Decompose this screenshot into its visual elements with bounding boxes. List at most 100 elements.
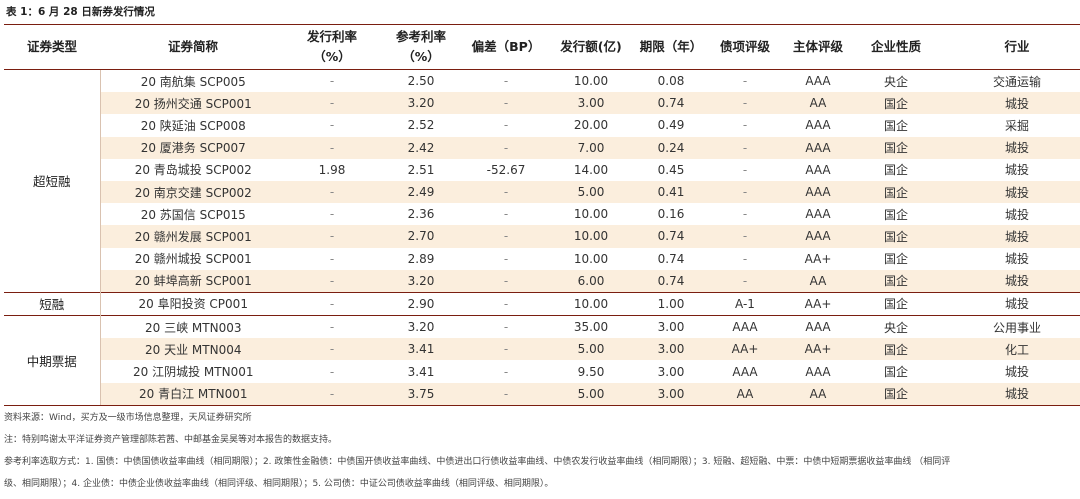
table-row: 20 江阴城投 MTN001 - 3.41 - 9.50 3.00 AAA AAA 国企 城投 [4,360,1080,382]
report-page: 表 1：6 月 28 日新券发行情况 证券类型 证券简称 发行利率 （%） 参考利… [0,0,1080,499]
issuer-rating-cell: AA+ [782,291,854,316]
reference-rate-cell: 3.75 [378,382,464,406]
enterprise-nature-cell: 国企 [883,118,908,133]
deviation-cell: - [464,225,548,248]
security-name-cell: 20 三峡 MTN003 [100,315,286,339]
header-issue-rate: 发行利率 （%） [286,24,378,70]
header-reference-rate: 参考利率 （%） [378,24,464,70]
reference-rate-cell: 2.51 [407,162,435,177]
issue-amount-cell: 14.00 [573,162,609,177]
deviation-cell: - [464,338,548,361]
reference-rate-cell: 2.89 [407,251,435,266]
enterprise-nature-cell: 国企 [883,365,908,380]
deviation-cell: - [464,382,548,406]
issue-rate-cell: - [286,92,378,115]
industry-cell: 交通运输 [992,74,1041,89]
issuer-rating-cell: AAA [805,364,831,379]
industry-cell: 城投 [938,269,1080,293]
bond-rating-cell: AA+ [708,338,782,361]
bond-rating-cell: AAA [732,364,758,379]
security-name-cell: 20 青白江 MTN001 [100,382,286,406]
table-row: 20 赣州发展 SCP001-2.70-10.00 0.74- AAA 国企 城投 [4,225,1080,248]
deviation-cell: - [464,291,548,316]
issue-amount-cell: 5.00 [548,382,634,406]
header-term: 期限（年） [634,24,708,70]
header-issue-amount: 发行额(亿) [548,24,634,70]
issue-rate-cell: - [286,225,378,248]
issuer-rating-cell: AAA [782,180,854,204]
bond-rating-cell: - [708,180,782,204]
acknowledgement-note: 注：特别鸣谢太平洋证券资产管理部陈若茜、中邮基金吴昊等对本报告的数据支持。 [4,435,338,445]
term-cell: 3.00 [634,382,708,406]
issuer-rating-cell: AA+ [804,251,832,266]
issue-rate-cell: - [329,118,335,133]
industry-cell: 城投 [1004,163,1029,178]
reference-rate-cell: 3.20 [378,269,464,293]
issuer-rating-cell: AAA [805,118,831,133]
security-name-cell: 20 扬州交通 SCP001 [100,92,286,115]
security-type-cell: 中期票据 [4,315,101,406]
industry-cell: 城投 [938,136,1080,159]
table-row: 20 扬州交通 SCP001-3.20-3.00 0.74- AA 国企 城投 [4,92,1080,115]
industry-cell: 城投 [938,382,1080,406]
issue-rate-cell: - [329,251,335,266]
issuer-rating-cell: AA [782,269,854,293]
issue-rate-cell: - [286,382,378,406]
issue-amount-cell: 10.00 [548,225,634,248]
bond-rating-cell: A-1 [708,291,782,316]
term-cell: 0.74 [634,269,708,293]
header-deviation: 偏差（BP） [464,24,548,70]
term-cell: 0.74 [634,225,708,248]
enterprise-nature-cell: 国企 [854,180,938,204]
enterprise-nature-cell: 国企 [854,338,938,361]
deviation-cell: - [503,118,509,133]
reference-rate-cell: 2.36 [407,207,435,222]
security-name-cell: 20 赣州城投 SCP001 [134,252,252,267]
table-row: 中期票据 20 三峡 MTN003-3.20-35.00 3.00 AAA AAA 央企公… [4,315,1080,406]
security-name-cell: 20 南航集 SCP005 [140,74,246,89]
issue-amount-cell: 10.00 [573,74,609,89]
issuer-rating-cell: AA [782,382,854,406]
issue-amount-cell: 5.00 [548,180,634,204]
reference-rate-cell: 2.50 [407,74,435,89]
bond-rating-cell: - [708,136,782,159]
security-name-cell: 20 江阴城投 MTN001 [133,365,254,380]
industry-cell: 公用事业 [938,315,1080,339]
security-name-cell: 20 陕延油 SCP008 [140,118,246,133]
deviation-cell: - [464,136,548,159]
security-name-cell: 20 厦港务 SCP007 [100,136,286,159]
table-row: 20 陕延油 SCP008 - 2.52 - 20.00 0.49 - AAA 国企 采掘 [4,114,1080,136]
enterprise-nature-cell: 国企 [854,92,938,115]
issue-rate-cell: - [286,269,378,293]
table-row: 20 天业 MTN004-3.41-5.00 3.00 AA+ AA+ 国企 化工 [4,338,1080,361]
bond-rating-cell: AAA [708,315,782,339]
enterprise-nature-cell: 国企 [854,382,938,406]
term-cell: 0.08 [657,74,685,89]
term-cell: 0.74 [634,92,708,115]
table-row: 20 青岛城投 SCP002 1.98 2.51 -52.67 14.00 0.45 - AA… [4,159,1080,181]
bond-rating-cell: AA [708,382,782,406]
issuer-rating-cell: AA+ [782,338,854,361]
enterprise-nature-cell: 国企 [883,252,908,267]
issue-rate-cell: - [286,338,378,361]
industry-cell: 城投 [938,291,1080,316]
industry-cell: 城投 [1004,252,1029,267]
issue-amount-cell: 10.00 [573,251,609,266]
table-row: 超短融 20 南航集 SCP005-2.50-10.00 0.08- AAA 央企 交通运… [4,69,1080,293]
issuer-rating-cell: AAA [805,207,831,222]
table-body: 超短融 20 南航集 SCP005-2.50-10.00 0.08- AAA 央企 交通运… [4,69,1080,406]
enterprise-nature-cell: 国企 [854,136,938,159]
reference-rate-cell: 2.42 [378,136,464,159]
industry-cell: 城投 [1004,207,1029,222]
issue-rate-cell: - [286,180,378,204]
reference-rate-cell: 3.20 [378,315,464,339]
enterprise-nature-cell: 国企 [883,163,908,178]
reference-rate-cell: 3.41 [407,364,435,379]
security-type-cell: 超短融 [4,69,101,293]
deviation-cell: - [503,364,509,379]
issue-rate-cell: - [286,315,378,339]
header-security-name: 证券简称 [100,24,286,70]
industry-cell: 城投 [938,180,1080,204]
issue-rate-cell: 1.98 [318,162,346,177]
security-name-cell: 20 苏国信 SCP015 [140,207,246,222]
